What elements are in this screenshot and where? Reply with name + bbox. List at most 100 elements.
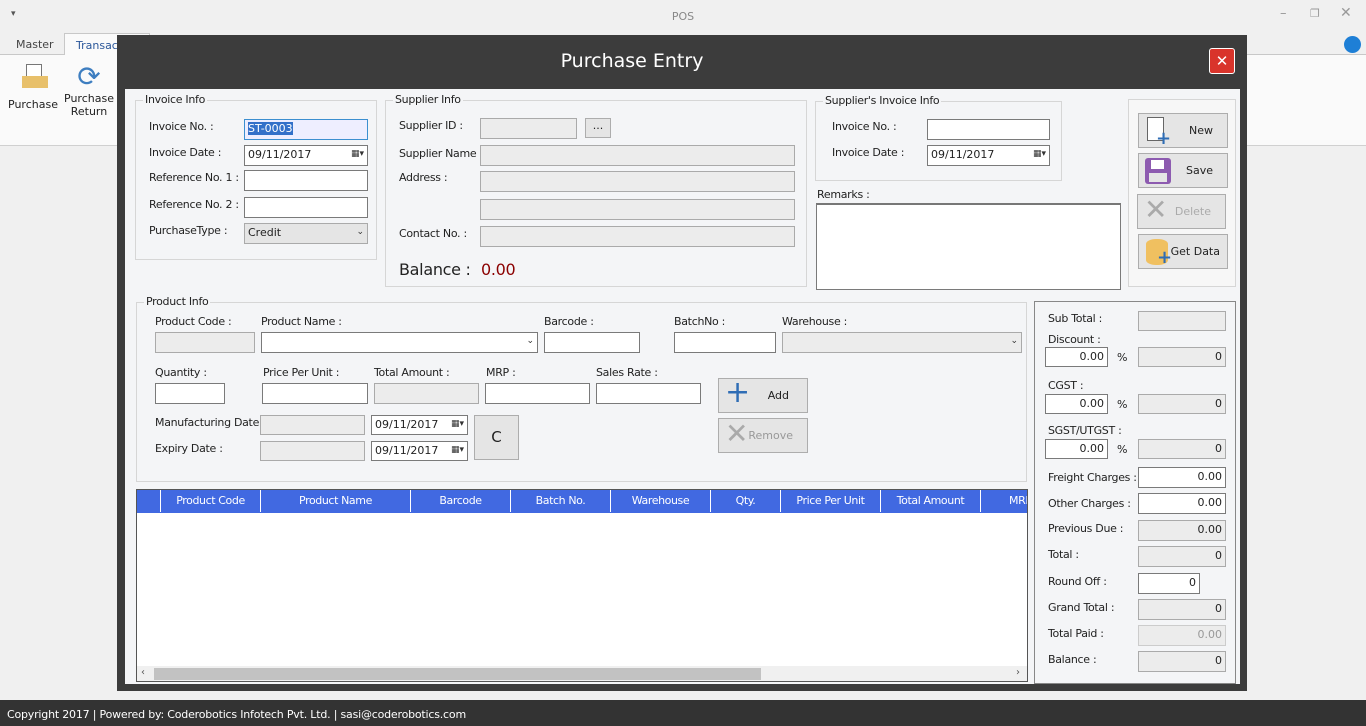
remarks-textarea[interactable] [816, 203, 1121, 290]
other-charges-input[interactable]: 0.00 [1138, 493, 1226, 514]
product-grid[interactable]: Product Code Product Name Barcode Batch … [136, 489, 1028, 682]
expiry-date-picker[interactable]: 09/11/2017 ▦▾ [371, 441, 468, 461]
sales-rate-label: Sales Rate : [596, 366, 658, 379]
address-line1-input[interactable] [480, 171, 795, 192]
scroll-left-icon[interactable]: ‹ [141, 667, 145, 678]
ribbon-purchase-return-button[interactable]: ⟳ Purchase Return [62, 62, 116, 122]
maximize-button[interactable]: ❐ [1310, 7, 1320, 20]
date-value: 09/11/2017 [931, 148, 995, 161]
other-charges-label: Other Charges : [1048, 497, 1131, 510]
get-data-button[interactable]: + Get Data [1138, 234, 1228, 269]
column-header[interactable]: MRP [981, 490, 1027, 512]
total-amount-input[interactable] [374, 383, 479, 404]
freight-input[interactable]: 0.00 [1138, 467, 1226, 488]
product-code-input[interactable] [155, 332, 255, 353]
account-icon[interactable] [1344, 36, 1361, 53]
quantity-label: Quantity : [155, 366, 207, 379]
calendar-dropdown-icon[interactable]: ▦▾ [1033, 149, 1046, 159]
delete-button[interactable]: ✕ Delete [1137, 193, 1226, 229]
column-header[interactable]: Total Amount [881, 490, 981, 512]
calendar-dropdown-icon[interactable]: ▦▾ [451, 419, 464, 429]
mrp-input[interactable] [485, 383, 590, 404]
sub-total-label: Sub Total : [1048, 312, 1103, 325]
grand-total-label: Grand Total : [1048, 601, 1115, 614]
column-header[interactable]: Price Per Unit [781, 490, 881, 512]
dialog-title: Purchase Entry [560, 50, 704, 72]
ref1-input[interactable] [244, 170, 368, 191]
scrollbar-thumb[interactable] [154, 668, 761, 680]
group-title: Supplier's Invoice Info [823, 94, 942, 107]
barcode-input[interactable] [544, 332, 640, 353]
round-off-input[interactable]: 0 [1138, 573, 1200, 594]
close-window-button[interactable]: ✕ [1340, 5, 1352, 21]
supplier-name-label: Supplier Name : [399, 147, 483, 160]
expiry-text-input[interactable] [260, 441, 365, 461]
save-button[interactable]: Save [1138, 153, 1228, 188]
footer-text: Copyright 2017 | Powered by: Coderobotic… [7, 708, 466, 721]
sgst-label: SGST/UTGST : [1048, 424, 1122, 437]
column-header[interactable]: Warehouse [611, 490, 711, 512]
date-value: 09/11/2017 [375, 418, 439, 431]
cgst-value: 0 [1138, 394, 1226, 414]
clear-button[interactable]: C [474, 415, 519, 460]
chevron-down-icon: ⌄ [1010, 336, 1018, 346]
purchase-type-select[interactable]: Credit ⌄ [244, 223, 368, 244]
group-title: Supplier Info [393, 93, 463, 106]
calendar-dropdown-icon[interactable]: ▦▾ [451, 445, 464, 455]
column-header[interactable]: Barcode [411, 490, 511, 512]
product-name-combo[interactable]: ⌄ [261, 332, 538, 353]
previous-due-value: 0.00 [1138, 520, 1226, 541]
supplier-balance-label: Balance : [399, 260, 471, 279]
button-label: Save [1185, 164, 1213, 177]
supplier-id-input[interactable] [480, 118, 577, 139]
dialog-close-button[interactable]: ✕ [1209, 48, 1235, 74]
chevron-down-icon: ⌄ [356, 227, 364, 237]
address-line2-input[interactable] [480, 199, 795, 220]
batch-input[interactable] [674, 332, 776, 353]
calendar-dropdown-icon[interactable]: ▦▾ [351, 149, 364, 159]
quantity-input[interactable] [155, 383, 225, 404]
sales-rate-input[interactable] [596, 383, 701, 404]
warehouse-select[interactable]: ⌄ [782, 332, 1022, 353]
ppu-label: Price Per Unit : [263, 366, 340, 379]
percent-sign: % [1117, 351, 1128, 364]
total-amount-label: Total Amount : [374, 366, 450, 379]
percent-sign: % [1117, 398, 1128, 411]
group-title: Invoice Info [143, 93, 208, 106]
purchase-type-label: PurchaseType : [149, 224, 228, 237]
invoice-date-label: Invoice Date : [149, 146, 222, 159]
mfg-text-input[interactable] [260, 415, 365, 435]
supplier-name-input[interactable] [480, 145, 795, 166]
ref2-input[interactable] [244, 197, 368, 218]
balance-value: 0 [1138, 651, 1226, 672]
horizontal-scrollbar[interactable]: ‹ › [137, 666, 1027, 681]
cgst-percent-input[interactable]: 0.00 [1045, 394, 1108, 414]
column-header[interactable]: Product Code [161, 490, 261, 512]
discount-label: Discount : [1048, 333, 1101, 346]
discount-percent-input[interactable]: 0.00 [1045, 347, 1108, 367]
sgst-percent-input[interactable]: 0.00 [1045, 439, 1108, 459]
column-header[interactable]: Batch No. [511, 490, 611, 512]
column-header[interactable]: Product Name [261, 490, 411, 512]
ribbon-purchase-button[interactable]: Purchase [8, 62, 58, 122]
mfg-date-picker[interactable]: 09/11/2017 ▦▾ [371, 415, 468, 435]
expiry-date-label: Expiry Date : [155, 442, 223, 455]
x-icon: ✕ [725, 417, 749, 450]
scroll-right-icon[interactable]: › [1016, 667, 1020, 678]
refresh-icon: ⟳ [77, 60, 101, 93]
remove-button[interactable]: ✕ Remove [718, 417, 808, 453]
new-button[interactable]: + New [1138, 113, 1228, 149]
invoice-date-picker[interactable]: 09/11/2017 ▦▾ [244, 145, 368, 166]
invoice-no-input[interactable]: ST-0003 [244, 119, 368, 140]
ppu-input[interactable] [262, 383, 368, 404]
column-header[interactable]: Qty. [711, 490, 781, 512]
total-paid-label: Total Paid : [1048, 627, 1104, 640]
plus-icon: + [725, 375, 751, 410]
tab-master[interactable]: Master [16, 38, 54, 51]
sup-invoice-no-input[interactable] [927, 119, 1050, 140]
contact-input[interactable] [480, 226, 795, 247]
add-button[interactable]: + Add [718, 375, 808, 413]
sup-invoice-date-picker[interactable]: 09/11/2017 ▦▾ [927, 145, 1050, 166]
minimize-button[interactable]: – [1280, 6, 1287, 21]
browse-supplier-button[interactable]: ... [585, 118, 611, 138]
